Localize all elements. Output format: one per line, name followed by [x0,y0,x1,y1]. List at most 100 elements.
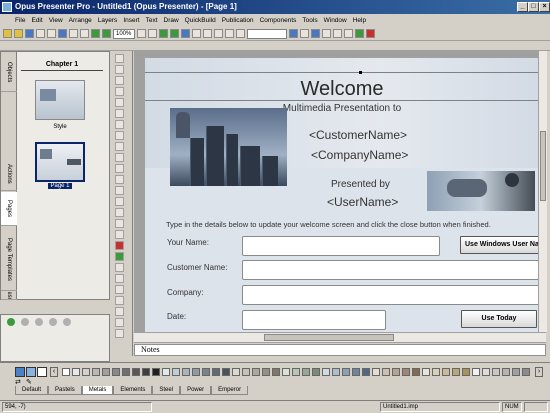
ellipse-tool-icon[interactable] [115,164,124,173]
swatch[interactable] [352,368,360,376]
selection-handle[interactable] [359,71,362,74]
tab-resources[interactable]: Resou [1,292,17,300]
palette-left-arrow-icon[interactable]: ‹ [50,367,58,377]
menu-edit[interactable]: Edit [31,17,42,24]
swatch[interactable] [132,368,140,376]
chart-tool-icon[interactable] [115,285,124,294]
zoom-in-icon[interactable] [137,29,146,38]
palette-tab-steel[interactable]: Steel [152,386,181,395]
group-icon[interactable] [35,318,43,326]
palette-tab-power[interactable]: Power [180,386,212,395]
swatch[interactable] [462,368,470,376]
swatch[interactable] [482,368,490,376]
stop-icon[interactable] [366,29,375,38]
swatch[interactable] [432,368,440,376]
redo-icon[interactable] [102,29,111,38]
horizontal-scrollbar[interactable] [134,332,546,342]
customer-name-field[interactable] [242,260,539,280]
swatch[interactable] [502,368,510,376]
tab-page-templates[interactable]: Page Templates [1,229,17,291]
zoom-tool-icon[interactable] [115,87,124,96]
swatch[interactable] [162,368,170,376]
palette-tab-metals[interactable]: Metals [81,386,114,395]
palette-tab-pastels[interactable]: Pastels [48,386,82,395]
menu-window[interactable]: Window [324,17,347,24]
swatch[interactable] [142,368,150,376]
textbox-tool-icon[interactable] [115,120,124,129]
chart-icon[interactable] [289,29,298,38]
guides-icon[interactable] [203,29,212,38]
maximize-button[interactable]: □ [528,2,539,12]
flash-tool-icon[interactable] [115,263,124,272]
delete-icon[interactable] [80,29,89,38]
swatch[interactable] [412,368,420,376]
handshake-image[interactable] [427,171,535,211]
line-color-swatch[interactable] [26,367,36,377]
video-icon[interactable] [311,29,320,38]
timer-tool-icon[interactable] [115,296,124,305]
checkbox-tool-icon[interactable] [115,219,124,228]
text-tool-icon[interactable] [115,109,124,118]
swatch[interactable] [442,368,450,376]
tab-pages[interactable]: Pages [1,192,17,226]
swatch[interactable] [242,368,250,376]
sound-tool-icon[interactable] [115,241,124,250]
swatch[interactable] [272,368,280,376]
publish-icon[interactable] [181,29,190,38]
swatch[interactable] [72,368,80,376]
rectangle-tool-icon[interactable] [115,153,124,162]
line-tool-icon[interactable] [115,142,124,151]
swatch[interactable] [312,368,320,376]
select-tool-icon[interactable] [115,65,124,74]
city-image[interactable] [170,108,287,186]
table-tool-icon[interactable] [115,274,124,283]
use-windows-user-button[interactable]: Use Windows User Na [460,236,539,254]
swatch[interactable] [402,368,410,376]
new-icon[interactable] [3,29,12,38]
tab-objects[interactable]: Objects [1,54,17,92]
swatch[interactable] [342,368,350,376]
welcome-title[interactable]: Welcome [145,78,539,101]
notes-bar[interactable]: Notes [134,344,546,356]
menu-components[interactable]: Components [260,17,297,24]
company-name-tag[interactable]: <CompanyName> [311,148,408,162]
save-icon[interactable] [25,29,34,38]
preview-icon[interactable] [159,29,168,38]
minimize-button[interactable]: _ [517,2,528,12]
swatch[interactable] [362,368,370,376]
menu-layers[interactable]: Layers [98,17,118,24]
swatch[interactable] [472,368,480,376]
eyedropper-icon[interactable]: ✎ [26,378,34,386]
star-icon[interactable] [355,29,364,38]
menu-quickbuild[interactable]: QuickBuild [185,17,216,24]
swatch[interactable] [282,368,290,376]
menu-insert[interactable]: Insert [123,17,139,24]
web-tool-icon[interactable] [115,252,124,261]
video-tool-icon[interactable] [115,230,124,239]
open-icon[interactable] [14,29,23,38]
hotspot-tool-icon[interactable] [115,329,124,338]
menu-draw[interactable]: Draw [164,17,179,24]
link-icon[interactable] [7,318,15,326]
swatch[interactable] [492,368,500,376]
zoom-select[interactable]: 100% [113,28,135,39]
listbox-tool-icon[interactable] [115,208,124,217]
align-icon[interactable] [214,29,223,38]
menu-text[interactable]: Text [146,17,158,24]
close-button[interactable]: × [539,2,550,12]
swatch[interactable] [512,368,520,376]
swatch[interactable] [102,368,110,376]
date-field[interactable] [242,310,386,330]
undo-icon[interactable] [91,29,100,38]
zoom-out-icon[interactable] [148,29,157,38]
table-icon[interactable] [300,29,309,38]
palette-tab-elements[interactable]: Elements [113,386,153,395]
picture-tool-icon[interactable] [115,131,124,140]
swatch[interactable] [522,368,530,376]
palette-tab-emperor[interactable]: Emperor [211,386,249,395]
swatch[interactable] [232,368,240,376]
use-today-button[interactable]: Use Today [461,310,537,328]
paste-icon[interactable] [69,29,78,38]
swatch[interactable] [62,368,70,376]
print-icon[interactable] [36,29,45,38]
